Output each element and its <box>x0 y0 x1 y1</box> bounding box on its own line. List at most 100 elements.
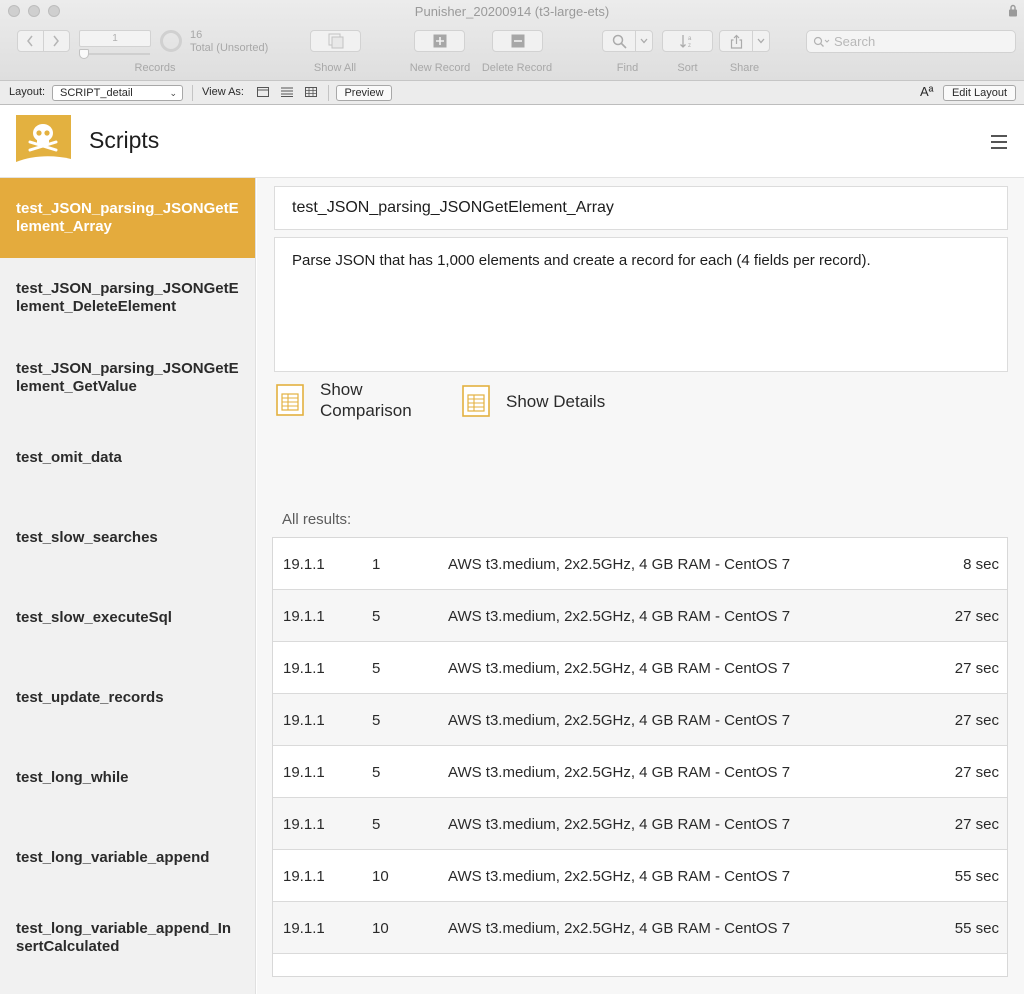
svg-text:z: z <box>688 43 691 49</box>
layout-select[interactable]: SCRIPT_detail ⌄ <box>52 85 183 101</box>
version-cell: 19.1.1 <box>283 816 325 833</box>
sidebar-item[interactable]: test_slow_searches <box>0 498 255 578</box>
table-row[interactable]: 19.1.1 10 AWS t3.medium, 2x2.5GHz, 4 GB … <box>273 850 1007 902</box>
script-name-field[interactable]: test_JSON_parsing_JSONGetElement_Array <box>274 186 1008 230</box>
table-row[interactable]: 19.1.1 5 AWS t3.medium, 2x2.5GHz, 4 GB R… <box>273 590 1007 642</box>
list-view-icon[interactable] <box>281 87 293 97</box>
version-cell: 19.1.1 <box>283 556 325 573</box>
sidebar-item[interactable]: test_long_while <box>0 738 255 818</box>
sort-button[interactable]: a z <box>662 30 713 52</box>
record-slider-track[interactable] <box>80 53 150 55</box>
find-menu[interactable] <box>636 38 652 44</box>
new-record-label: New Record <box>409 62 471 74</box>
view-as-label: View As: <box>202 86 244 98</box>
share-menu[interactable] <box>753 38 769 44</box>
show-comparison-label: Show Comparison <box>320 380 412 420</box>
show-comparison-button[interactable]: Show Comparison <box>276 379 430 421</box>
table-row[interactable]: 19.1.1 5 AWS t3.medium, 2x2.5GHz, 4 GB R… <box>273 642 1007 694</box>
find-button[interactable] <box>602 30 653 52</box>
sort-label: Sort <box>677 62 698 74</box>
version-cell: 19.1.1 <box>283 868 325 885</box>
edit-layout-button[interactable]: Edit Layout <box>943 85 1016 101</box>
chevron-left-icon <box>27 35 33 47</box>
runs-cell: 1 <box>372 556 381 573</box>
duration-cell: 55 sec <box>954 868 999 885</box>
hamburger-menu-icon[interactable] <box>991 135 1007 149</box>
page-header: Scripts <box>0 106 1024 178</box>
script-detail: test_JSON_parsing_JSONGetElement_Array P… <box>257 178 1024 994</box>
duration-cell: 27 sec <box>954 660 999 677</box>
duration-cell: 27 sec <box>954 816 999 833</box>
sidebar-item[interactable]: test_update_records <box>0 658 255 738</box>
sidebar-item[interactable]: test_JSON_parsing_JSONGetElement_GetValu… <box>0 338 255 418</box>
divider <box>192 85 193 101</box>
record-slider-handle[interactable] <box>79 49 89 59</box>
next-record-button[interactable] <box>44 31 69 51</box>
share-icon <box>730 34 742 49</box>
environment-cell: AWS t3.medium, 2x2.5GHz, 4 GB RAM - Cent… <box>448 868 791 885</box>
sidebar-item[interactable]: test_omit_data <box>0 418 255 498</box>
duration-cell: 8 sec <box>963 556 999 573</box>
environment-cell: AWS t3.medium, 2x2.5GHz, 4 GB RAM - Cent… <box>448 920 791 937</box>
new-record-button[interactable] <box>414 30 465 52</box>
sort-icon: a z <box>679 35 692 49</box>
page-title: Scripts <box>89 127 160 153</box>
skull-icon <box>16 115 71 170</box>
environment-cell: AWS t3.medium, 2x2.5GHz, 4 GB RAM - Cent… <box>448 712 791 729</box>
environment-cell: AWS t3.medium, 2x2.5GHz, 4 GB RAM - Cent… <box>448 660 791 677</box>
runs-cell: 10 <box>372 920 389 937</box>
runs-cell: 10 <box>372 868 389 885</box>
plus-icon <box>433 34 446 48</box>
version-cell: 19.1.1 <box>283 712 325 729</box>
preview-button[interactable]: Preview <box>336 85 392 101</box>
table-row[interactable]: 19.1.1 1 AWS t3.medium, 2x2.5GHz, 4 GB R… <box>273 538 1007 590</box>
previous-record-button[interactable] <box>18 31 44 51</box>
total-record-count: 16 <box>190 29 203 41</box>
description-field[interactable]: Parse JSON that has 1,000 elements and c… <box>274 237 1008 372</box>
layout-select-value: SCRIPT_detail <box>60 87 133 99</box>
table-icon <box>462 385 490 417</box>
chevron-down-icon <box>757 38 765 44</box>
current-record-field[interactable]: 1 <box>79 30 151 47</box>
table-row[interactable]: 19.1.1 5 AWS t3.medium, 2x2.5GHz, 4 GB R… <box>273 746 1007 798</box>
delete-record-button[interactable] <box>492 30 543 52</box>
table-row[interactable]: 19.1.1 5 AWS t3.medium, 2x2.5GHz, 4 GB R… <box>273 694 1007 746</box>
search-input[interactable] <box>834 34 1004 49</box>
show-details-button[interactable]: Show Details <box>462 385 605 417</box>
duration-cell: 27 sec <box>954 608 999 625</box>
version-cell: 19.1.1 <box>283 920 325 937</box>
records-label: Records <box>134 62 176 74</box>
sidebar-item[interactable]: test_long_variable_append_InsertCalculat… <box>0 898 255 978</box>
search-field[interactable] <box>806 30 1016 53</box>
sidebar-item[interactable]: test_JSON_parsing_JSONGetElement_DeleteE… <box>0 258 255 338</box>
share-button[interactable] <box>719 30 770 52</box>
form-view-icon[interactable] <box>257 87 269 97</box>
record-navigation <box>17 30 70 52</box>
show-all-button[interactable] <box>310 30 361 52</box>
table-view-icon[interactable] <box>305 87 317 97</box>
table-icon <box>276 384 304 416</box>
sidebar-item[interactable]: test_slow_executeSql <box>0 578 255 658</box>
table-row[interactable]: 19.1.1 10 AWS t3.medium, 2x2.5GHz, 4 GB … <box>273 902 1007 954</box>
window-toolbar: Punisher_20200914 (t3-large-ets) 1 16 To… <box>0 0 1024 81</box>
runs-cell: 5 <box>372 660 381 677</box>
show-details-label: Show Details <box>506 391 606 411</box>
duration-cell: 27 sec <box>954 764 999 781</box>
duration-cell: 55 sec <box>954 920 999 937</box>
sidebar-item-selected[interactable]: test_JSON_parsing_JSONGetElement_Array <box>0 178 255 258</box>
share-main[interactable] <box>720 31 754 51</box>
show-all-label: Show All <box>313 62 357 74</box>
text-size-icon[interactable]: Aª <box>920 84 933 99</box>
search-icon <box>813 36 830 47</box>
version-cell: 19.1.1 <box>283 608 325 625</box>
chevron-down-icon <box>640 38 648 44</box>
find-label: Find <box>616 62 639 74</box>
find-main[interactable] <box>603 31 637 51</box>
delete-record-label: Delete Record <box>481 62 553 74</box>
show-all-icon <box>328 33 343 49</box>
minus-icon <box>511 34 524 48</box>
results-table: 19.1.1 1 AWS t3.medium, 2x2.5GHz, 4 GB R… <box>272 537 1008 977</box>
sidebar-item[interactable]: test_long_variable_append <box>0 818 255 898</box>
table-row[interactable]: 19.1.1 5 AWS t3.medium, 2x2.5GHz, 4 GB R… <box>273 798 1007 850</box>
duration-cell: 27 sec <box>954 712 999 729</box>
